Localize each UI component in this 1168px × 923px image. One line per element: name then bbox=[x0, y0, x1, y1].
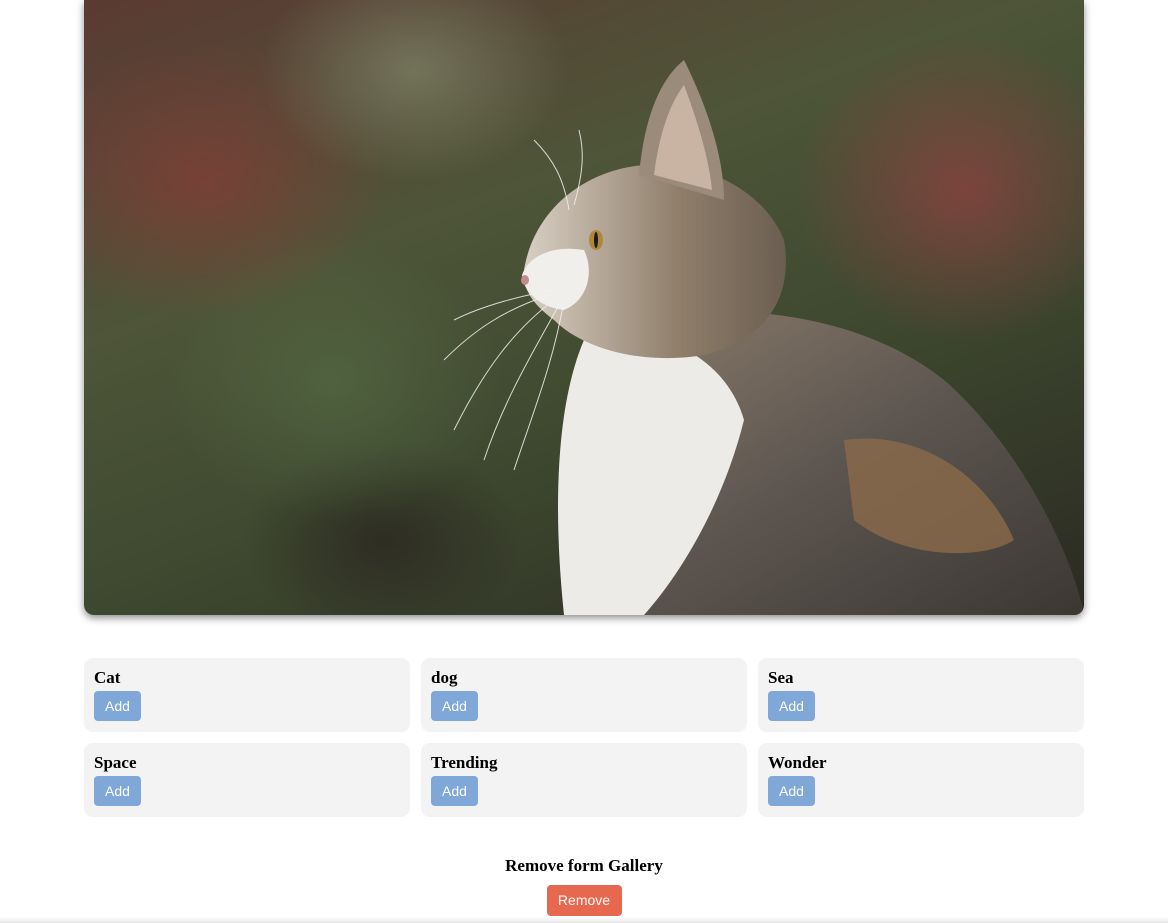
add-space-button[interactable]: Add bbox=[94, 776, 141, 806]
add-trending-button[interactable]: Add bbox=[431, 776, 478, 806]
hero-image bbox=[84, 0, 1084, 615]
category-card-space: Space Add bbox=[84, 743, 410, 817]
category-card-wonder: Wonder Add bbox=[758, 743, 1084, 817]
add-cat-button[interactable]: Add bbox=[94, 691, 141, 721]
category-card-dog: dog Add bbox=[421, 658, 747, 732]
gallery-page: Cat Add dog Add Sea Add Space Add Trendi… bbox=[0, 0, 1168, 923]
category-title: Sea bbox=[768, 668, 794, 687]
add-wonder-button[interactable]: Add bbox=[768, 776, 815, 806]
remove-title: Remove form Gallery bbox=[505, 856, 663, 875]
category-card-cat: Cat Add bbox=[84, 658, 410, 732]
category-title: dog bbox=[431, 668, 458, 687]
add-dog-button[interactable]: Add bbox=[431, 691, 478, 721]
category-title: Space bbox=[94, 753, 137, 772]
category-card-trending: Trending Add bbox=[421, 743, 747, 817]
remove-button[interactable]: Remove bbox=[546, 885, 622, 916]
category-title: Trending bbox=[431, 753, 498, 772]
category-title: Cat bbox=[94, 668, 121, 687]
bottom-shadow bbox=[0, 917, 1168, 923]
category-title: Wonder bbox=[768, 753, 827, 772]
remove-section: Remove form Gallery Remove bbox=[0, 855, 1168, 916]
category-card-sea: Sea Add bbox=[758, 658, 1084, 732]
cat-photo bbox=[443, 60, 1084, 615]
category-grid: Cat Add dog Add Sea Add Space Add Trendi… bbox=[84, 658, 1084, 817]
add-sea-button[interactable]: Add bbox=[768, 691, 815, 721]
